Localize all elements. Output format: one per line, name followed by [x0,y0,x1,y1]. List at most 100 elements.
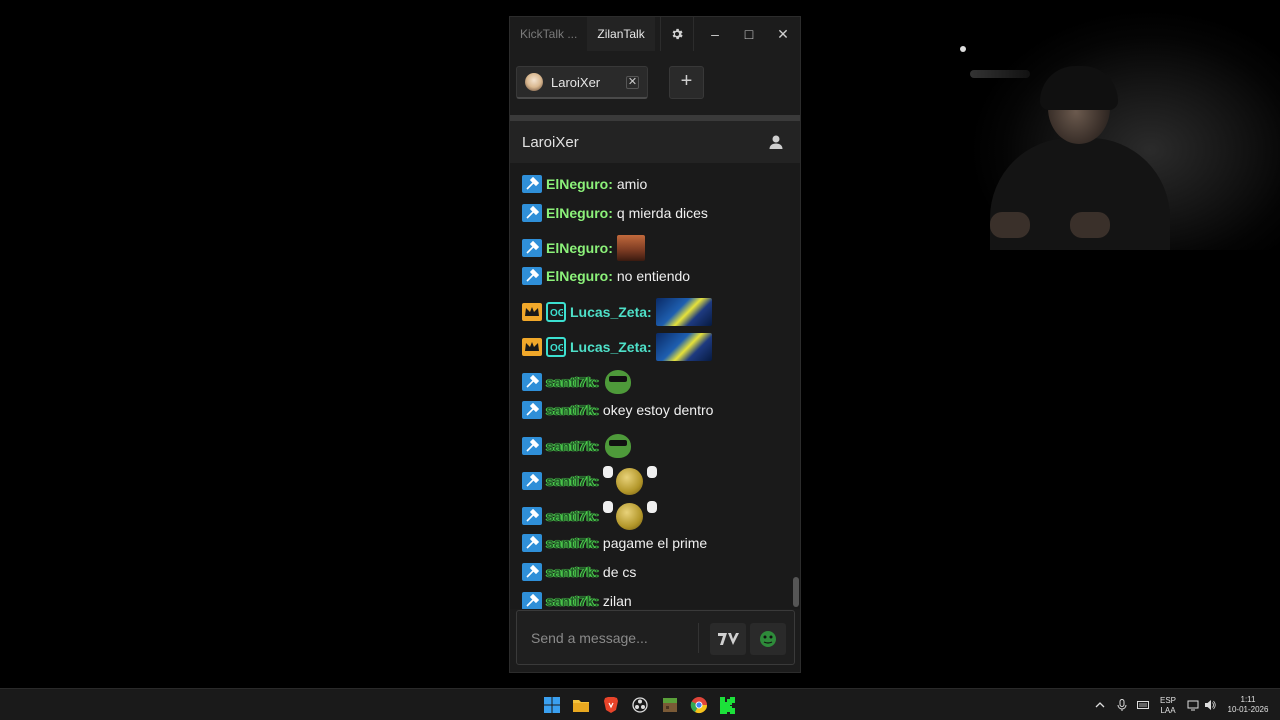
chat-username[interactable]: ElNeguro: [546,268,613,284]
app-tab-zilantalk[interactable]: ZilanTalk [587,17,655,51]
keyboard-icon [1137,701,1149,709]
minimize-button[interactable]: – [698,17,732,51]
chat-message[interactable]: OG Lucas_Zeta: [522,333,712,361]
chat-message[interactable]: santi7k: [522,466,657,496]
channel-tab-laroixer[interactable]: LaroiXer ✕ [516,66,648,99]
network-icon [1187,700,1199,711]
chat-username[interactable]: santi7k: [546,508,599,524]
chat-message[interactable]: santi7k: [522,501,657,531]
kick-emote-button[interactable] [750,623,786,655]
close-button[interactable]: ✕ [766,17,800,51]
chat-message[interactable]: santi7k: pagame el prime [522,534,707,552]
chat-header: LaroiXer [510,121,800,163]
minecraft-button[interactable] [660,695,680,715]
chat-username[interactable]: santi7k: [546,564,599,580]
brave-browser-button[interactable] [601,695,621,715]
moderator-badge-icon [522,401,542,419]
background-object [970,70,1030,78]
chat-username[interactable]: ElNeguro: [546,240,613,256]
chat-username[interactable]: ElNeguro: [546,205,613,221]
chat-username[interactable]: santi7k: [546,535,599,551]
chat-scrollbar[interactable] [793,577,799,607]
coin-emote[interactable] [602,466,657,496]
face-emote[interactable] [616,235,645,261]
chat-message[interactable]: santi7k: [522,368,633,396]
og-badge-icon: OG [546,302,566,322]
maximize-button[interactable]: □ [732,17,766,51]
moderator-badge-icon [522,534,542,552]
chat-message-text: pagame el prime [602,535,708,551]
chat-username[interactable]: Lucas_Zeta: [570,339,652,355]
language-layout: LAA [1160,706,1176,715]
pepe-emote[interactable] [603,432,633,460]
chat-username[interactable]: ElNeguro: [546,176,613,192]
moderator-badge-icon [522,437,542,455]
vip-badge-icon [522,303,542,321]
chat-messages[interactable]: ElNeguro: amio ElNeguro: q mierda dices ElNe… [510,163,800,609]
channel-avatar [525,73,543,91]
kick-icon [720,697,735,714]
chat-message[interactable]: santi7k: de cs [522,563,636,581]
folder-icon [573,700,589,712]
chat-username[interactable]: Lucas_Zeta: [570,304,652,320]
background-light [960,46,966,52]
chevron-up-icon [1095,702,1105,708]
microphone-tray-button[interactable] [1112,695,1132,715]
chat-username[interactable]: santi7k: [546,438,599,454]
moderator-badge-icon [522,204,542,222]
chat-message[interactable]: santi7k: [522,432,633,460]
chat-message[interactable]: ElNeguro: q mierda dices [522,204,708,222]
gear-icon [672,28,683,40]
chat-username[interactable]: santi7k: [546,402,599,418]
moderator-badge-icon [522,563,542,581]
chat-username[interactable]: santi7k: [546,593,599,609]
chat-username[interactable]: santi7k: [546,374,599,390]
chat-message-text: zilan [602,593,632,609]
windows-icon [544,697,560,713]
kick-app-button[interactable] [718,695,738,715]
svg-text:OG: OG [550,343,563,354]
settings-button[interactable] [660,17,694,51]
file-explorer-button[interactable] [571,695,591,715]
volume-tray-button[interactable] [1200,695,1220,715]
car-emote[interactable] [655,298,712,326]
title-bar: KickTalk ... ZilanTalk – □ ✕ [510,17,800,51]
tray-overflow-button[interactable] [1090,695,1110,715]
clock-date: 10-01-2026 [1227,705,1269,714]
message-composer [516,610,795,665]
streamer-hand-left [990,212,1030,238]
streamer-headset [1040,66,1118,110]
input-language-indicator[interactable]: ESP LAA [1156,696,1180,716]
microphone-icon [1117,699,1127,711]
pepe-emote[interactable] [603,368,633,396]
chat-message[interactable]: santi7k: okey estoy dentro [522,401,713,419]
keyboard-tray-button[interactable] [1133,695,1153,715]
chat-message[interactable]: ElNeguro: [522,235,645,261]
chat-message[interactable]: ElNeguro: amio [522,175,647,193]
7tv-emote-button[interactable] [710,623,746,655]
language-code: ESP [1159,696,1176,705]
chat-message[interactable]: santi7k: zilan [522,592,632,609]
add-channel-button[interactable]: + [669,66,704,99]
car-emote[interactable] [655,333,712,361]
webcam-overlay [890,0,1280,250]
chat-username[interactable]: santi7k: [546,473,599,489]
chrome-button[interactable] [689,695,709,715]
app-tab-kicktalk[interactable]: KickTalk ... [510,17,587,51]
minecraft-icon [663,698,677,712]
coin-emote[interactable] [602,501,657,531]
clock[interactable]: 1:11 10-01-2026 [1222,695,1274,715]
message-input[interactable] [517,611,697,664]
chat-message-text: okey estoy dentro [602,402,714,418]
og-badge-icon: OG [546,337,566,357]
chat-title: LaroiXer [522,133,579,151]
chat-message[interactable]: ElNeguro: no entiendo [522,267,690,285]
moderator-badge-icon [522,472,542,490]
close-tab-icon[interactable]: ✕ [626,76,639,89]
windows-taskbar: ESP LAA 1:11 10-01-2026 [0,688,1280,720]
clock-time: 1:11 [1240,695,1256,704]
obs-button[interactable] [630,695,650,715]
chat-message[interactable]: OG Lucas_Zeta: [522,298,712,326]
user-list-icon[interactable] [768,134,784,150]
start-button[interactable] [542,695,562,715]
